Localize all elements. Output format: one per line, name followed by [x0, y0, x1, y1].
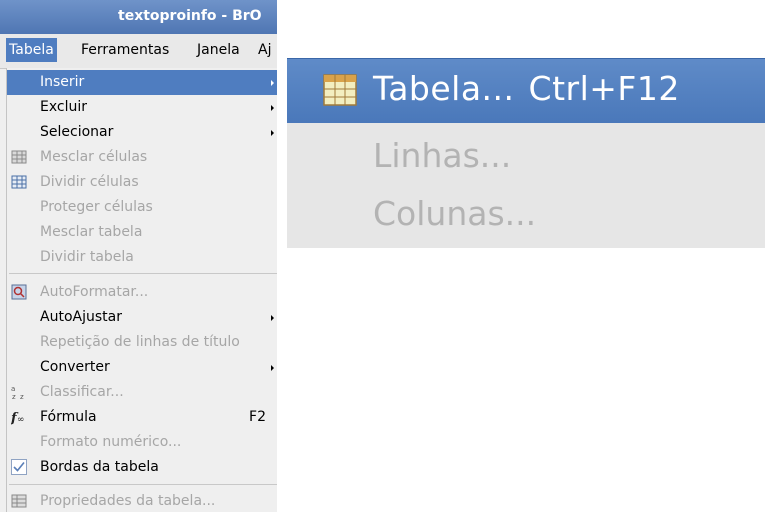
menu-item-label: Propriedades da tabela... [40, 493, 216, 509]
menu-item-label: Converter [40, 359, 110, 375]
submenu-arrow-icon [271, 130, 274, 136]
menu-item-dividir-celulas[interactable]: Dividir células [7, 170, 277, 195]
menu-item-label: Repetição de linhas de título [40, 334, 240, 350]
submenu-arrow-icon [271, 105, 274, 111]
menu-separator [9, 273, 277, 274]
menu-item-mesclar-tabela[interactable]: Mesclar tabela [7, 220, 277, 245]
svg-text:z: z [12, 393, 16, 400]
menu-ajuda[interactable]: Aj [258, 42, 271, 58]
menu-item-label: Bordas da tabela [40, 459, 159, 475]
merge-cells-icon [11, 150, 27, 164]
menu-item-label: Proteger células [40, 199, 153, 215]
menu-bar: Tabela Ferramentas Janela Aj [0, 34, 277, 69]
menu-tabela[interactable]: Tabela [6, 38, 57, 62]
menu-item-label: Dividir células [40, 174, 139, 190]
menu-item-label: Dividir tabela [40, 249, 134, 265]
submenu-item-colunas[interactable]: Colunas... [373, 194, 536, 233]
menu-item-accelerator: F2 [249, 409, 266, 425]
tabela-menu-dropdown: Inserir Excluir Selecionar Mesclar célul… [6, 68, 277, 512]
title-bar: textoproinfo - BrO [0, 0, 277, 34]
submenu-item-tabela[interactable]: Tabela... Ctrl+F12 [287, 58, 765, 123]
inserir-submenu-zoomed: Tabela... Ctrl+F12 Linhas... Colunas... [287, 58, 765, 248]
submenu-arrow-icon [271, 365, 274, 371]
menu-item-bordas-tabela[interactable]: Bordas da tabela [7, 455, 277, 480]
autoformat-icon [11, 284, 27, 300]
menu-janela[interactable]: Janela [197, 42, 240, 58]
sort-icon: a z z [11, 385, 24, 400]
svg-text:∞: ∞ [17, 415, 25, 425]
svg-text:a: a [11, 385, 15, 393]
menu-item-label: Mesclar células [40, 149, 148, 165]
menu-item-excluir[interactable]: Excluir [7, 95, 277, 120]
menu-item-converter[interactable]: Converter [7, 355, 277, 380]
menu-item-classificar[interactable]: a z z Classificar... [7, 380, 277, 405]
table-icon [323, 74, 357, 106]
menu-item-label: Mesclar tabela [40, 224, 143, 240]
window-title: textoproinfo - BrO [118, 8, 262, 24]
menu-item-inserir[interactable]: Inserir [7, 70, 277, 95]
submenu-arrow-icon [271, 315, 274, 321]
checkbox-icon [11, 459, 27, 475]
menu-item-label: Selecionar [40, 124, 114, 140]
menu-ferramentas[interactable]: Ferramentas [81, 42, 169, 58]
submenu-item-linhas[interactable]: Linhas... [373, 136, 511, 175]
menu-item-label: Inserir [40, 74, 85, 90]
submenu-arrow-icon [271, 80, 274, 86]
table-properties-icon [11, 494, 27, 508]
menu-item-label: Classificar... [40, 384, 124, 400]
menu-item-repeticao-linhas-titulo[interactable]: Repetição de linhas de título [7, 330, 277, 355]
menu-item-formula[interactable]: f ∞ Fórmula F2 [7, 405, 277, 430]
formula-icon: f ∞ [11, 411, 25, 425]
menu-item-label: AutoFormatar... [40, 284, 149, 300]
menu-separator [9, 484, 277, 485]
svg-text:z: z [20, 393, 24, 400]
menu-item-label: Excluir [40, 99, 87, 115]
application-window: textoproinfo - BrO Tabela Ferramentas Ja… [0, 0, 277, 512]
menu-item-label: Formato numérico... [40, 434, 182, 450]
menu-item-formato-numerico[interactable]: Formato numérico... [7, 430, 277, 455]
submenu-item-label: Tabela... Ctrl+F12 [373, 69, 680, 108]
menu-item-selecionar[interactable]: Selecionar [7, 120, 277, 145]
menu-item-label: AutoAjustar [40, 309, 122, 325]
menu-item-proteger-celulas[interactable]: Proteger células [7, 195, 277, 220]
menu-item-dividir-tabela[interactable]: Dividir tabela [7, 245, 277, 270]
split-cells-icon [11, 175, 27, 189]
menu-item-label: Fórmula [40, 409, 97, 425]
menu-item-autoajustar[interactable]: AutoAjustar [7, 305, 277, 330]
menu-item-propriedades-tabela[interactable]: Propriedades da tabela... [7, 489, 277, 512]
menu-item-mesclar-celulas[interactable]: Mesclar células [7, 145, 277, 170]
menu-item-autoformatar[interactable]: AutoFormatar... [7, 280, 277, 305]
